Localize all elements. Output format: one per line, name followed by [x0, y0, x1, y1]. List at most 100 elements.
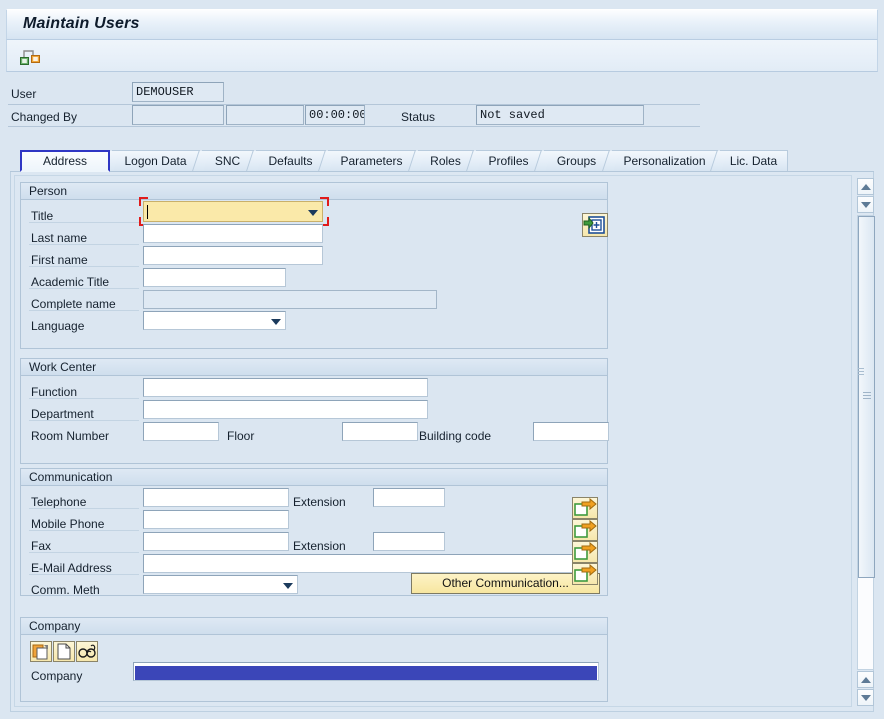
telephone-detail-icon[interactable]: [572, 497, 598, 519]
tab-strip: Address Logon Data SNC Defaults Paramete…: [10, 150, 874, 173]
vertical-scrollbar[interactable]: [856, 178, 875, 706]
group-work-center: Work Center Function Department Room Num…: [20, 358, 609, 464]
last-name-label: Last name: [31, 231, 88, 245]
chevron-down-icon: [308, 209, 318, 216]
tab-label: Personalization: [623, 154, 706, 168]
tab-profiles[interactable]: Profiles: [465, 150, 542, 173]
tab-address[interactable]: Address: [20, 150, 110, 172]
status-field: Not saved: [476, 105, 644, 125]
group-company-title: Company: [21, 618, 607, 635]
room-number-label: Room Number: [31, 429, 110, 443]
tab-label: Groups: [556, 154, 597, 168]
fax-input[interactable]: [143, 532, 289, 551]
tab-defaults[interactable]: Defaults: [245, 150, 326, 173]
group-company: Company Company: [20, 617, 608, 702]
title-label: Title: [31, 209, 54, 223]
changed-time-field[interactable]: 00:00:00: [305, 105, 365, 125]
email-label: E-Mail Address: [31, 561, 112, 575]
tab-parameters[interactable]: Parameters: [317, 150, 416, 173]
tab-label: SNC: [214, 154, 241, 168]
scrollbar-track[interactable]: [857, 215, 875, 670]
tab-logon-data[interactable]: Logon Data: [101, 150, 200, 173]
insert-address-icon[interactable]: [582, 213, 608, 237]
department-label: Department: [31, 407, 94, 421]
group-person-title: Person: [21, 183, 607, 200]
header-fields: User DEMOUSER Changed By 00:00:00 Status…: [0, 76, 884, 128]
language-combobox[interactable]: [143, 311, 286, 330]
email-input[interactable]: [143, 554, 575, 573]
tab-label: Lic. Data: [729, 154, 778, 168]
fax-extension-input[interactable]: [373, 532, 445, 551]
fax-label: Fax: [31, 539, 52, 553]
tab-personalization[interactable]: Personalization: [601, 150, 718, 173]
relationship-icon[interactable]: [19, 46, 41, 66]
telephone-label: Telephone: [31, 495, 87, 509]
telephone-extension-label: Extension: [293, 495, 346, 509]
panel-resize-grip[interactable]: [858, 368, 864, 382]
building-code-label: Building code: [419, 429, 492, 443]
group-person: Person Title Last name First name Academ…: [20, 182, 608, 349]
user-field[interactable]: DEMOUSER: [132, 82, 224, 102]
tab-label: Defaults: [268, 154, 313, 168]
scroll-up-button[interactable]: [857, 178, 874, 195]
group-communication-title: Communication: [21, 469, 607, 486]
fax-detail-icon[interactable]: [572, 541, 598, 563]
function-input[interactable]: [143, 378, 428, 397]
tab-groups[interactable]: Groups: [533, 150, 610, 173]
telephone-input[interactable]: [143, 488, 289, 507]
mobile-detail-icon[interactable]: [572, 519, 598, 541]
fax-extension-label: Extension: [293, 539, 346, 553]
chevron-down-icon: [271, 318, 281, 325]
comm-method-combobox[interactable]: [143, 575, 298, 594]
tab-label: Address: [42, 154, 88, 168]
sap-maintain-users-window: Maintain Users User DEMOUSER Changed By …: [0, 0, 884, 719]
complete-name-label: Complete name: [31, 297, 116, 311]
tab-label: Logon Data: [124, 154, 187, 168]
company-value-selection: [135, 666, 597, 680]
address-form: Person Title Last name First name Academ…: [14, 175, 852, 707]
tab-label: Profiles: [488, 154, 529, 168]
company-label: Company: [31, 669, 83, 683]
scroll-down-button-top[interactable]: [857, 196, 874, 213]
page-title: Maintain Users: [23, 15, 140, 32]
application-toolbar: [6, 40, 878, 72]
tab-label: Parameters: [340, 154, 403, 168]
display-glasses-icon[interactable]: [76, 641, 98, 662]
academic-title-input[interactable]: [143, 268, 286, 287]
function-label: Function: [31, 385, 78, 399]
changed-by-field[interactable]: [132, 105, 224, 125]
group-work-center-title: Work Center: [21, 359, 607, 376]
window-titlebar: Maintain Users: [6, 9, 878, 40]
department-input[interactable]: [143, 400, 428, 419]
tab-label: Roles: [430, 154, 461, 168]
telephone-extension-input[interactable]: [373, 488, 445, 507]
tab-content-panel: Person Title Last name First name Academ…: [10, 172, 875, 712]
language-label: Language: [31, 319, 85, 333]
changed-date-field[interactable]: [226, 105, 304, 125]
floor-input[interactable]: [342, 422, 418, 441]
comm-method-label: Comm. Meth: [31, 583, 100, 597]
title-combobox[interactable]: [143, 201, 323, 222]
scrollbar-thumb[interactable]: [858, 216, 875, 578]
floor-label: Floor: [227, 429, 255, 443]
first-name-label: First name: [31, 253, 88, 267]
last-name-input[interactable]: [143, 224, 323, 243]
scroll-down-button[interactable]: [857, 689, 874, 706]
changed-by-label: Changed By: [11, 110, 78, 124]
company-input[interactable]: [133, 662, 599, 681]
complete-name-display: [143, 290, 437, 309]
first-name-input[interactable]: [143, 246, 323, 265]
user-label: User: [11, 87, 37, 101]
scroll-up-button-bottom[interactable]: [857, 671, 874, 688]
tab-lic-data[interactable]: Lic. Data: [709, 150, 788, 173]
status-label: Status: [401, 110, 436, 124]
room-number-input[interactable]: [143, 422, 219, 441]
email-detail-icon[interactable]: [572, 563, 598, 585]
group-communication: Communication Telephone Extension Mobile…: [20, 468, 608, 597]
chevron-down-icon: [283, 582, 293, 589]
mobile-phone-label: Mobile Phone: [31, 517, 105, 531]
copy-icon[interactable]: [30, 641, 52, 662]
mobile-phone-input[interactable]: [143, 510, 289, 529]
new-document-icon[interactable]: [53, 641, 75, 662]
building-code-input[interactable]: [533, 422, 609, 441]
